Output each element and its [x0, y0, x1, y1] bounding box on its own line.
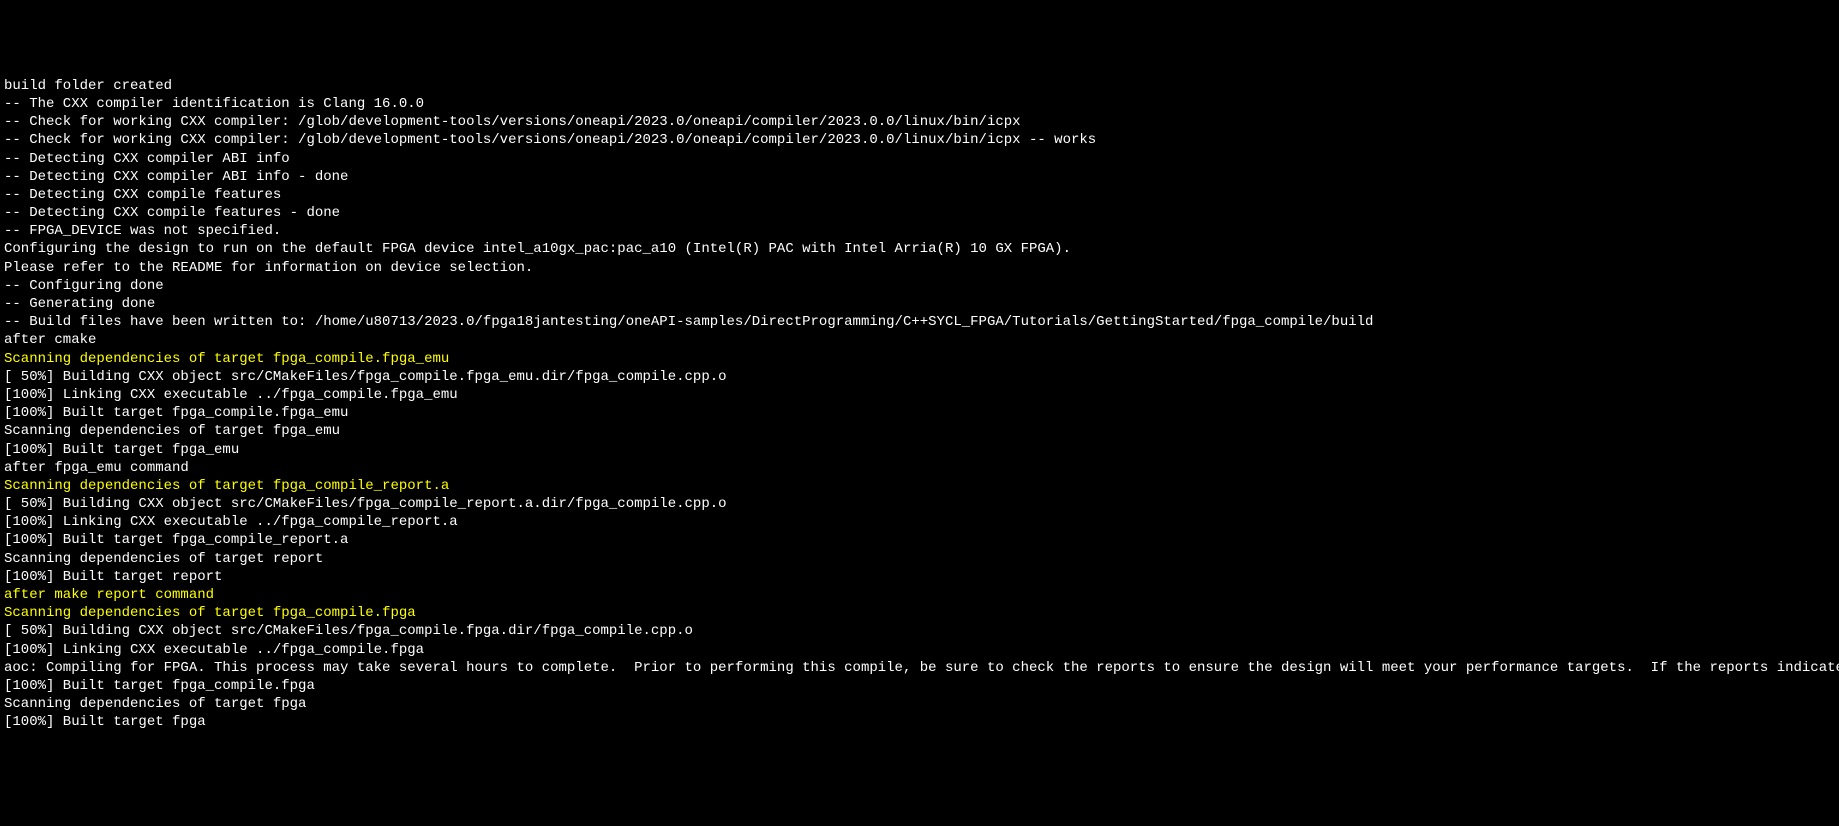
terminal-line: [ 50%] Building CXX object src/CMakeFile…: [4, 622, 1835, 640]
terminal-line: -- Detecting CXX compiler ABI info - don…: [4, 168, 1835, 186]
terminal-line: Please refer to the README for informati…: [4, 259, 1835, 277]
terminal-line: [100%] Built target fpga_compile.fpga_em…: [4, 404, 1835, 422]
terminal-line: -- Generating done: [4, 295, 1835, 313]
terminal-line: [100%] Linking CXX executable ../fpga_co…: [4, 641, 1835, 659]
terminal-line: [100%] Linking CXX executable ../fpga_co…: [4, 513, 1835, 531]
terminal-line: [100%] Built target fpga_compile.fpga: [4, 677, 1835, 695]
terminal-line: after make report command: [4, 586, 1835, 604]
terminal-line: -- Configuring done: [4, 277, 1835, 295]
terminal-line: -- FPGA_DEVICE was not specified.: [4, 222, 1835, 240]
terminal-line: after fpga_emu command: [4, 459, 1835, 477]
terminal-line: Scanning dependencies of target fpga: [4, 695, 1835, 713]
terminal-line: -- Detecting CXX compile features: [4, 186, 1835, 204]
terminal-line: -- Detecting CXX compile features - done: [4, 204, 1835, 222]
terminal-line: build folder created: [4, 77, 1835, 95]
terminal-line: aoc: Compiling for FPGA. This process ma…: [4, 659, 1835, 677]
terminal-line: [ 50%] Building CXX object src/CMakeFile…: [4, 495, 1835, 513]
terminal-line: [ 50%] Building CXX object src/CMakeFile…: [4, 368, 1835, 386]
terminal-line: Scanning dependencies of target fpga_emu: [4, 422, 1835, 440]
terminal-line: [100%] Built target fpga_compile_report.…: [4, 531, 1835, 549]
terminal-line: -- The CXX compiler identification is Cl…: [4, 95, 1835, 113]
terminal-line: [100%] Linking CXX executable ../fpga_co…: [4, 386, 1835, 404]
terminal-line: -- Build files have been written to: /ho…: [4, 313, 1835, 331]
terminal-line: Scanning dependencies of target report: [4, 550, 1835, 568]
terminal-line: [100%] Built target fpga_emu: [4, 441, 1835, 459]
terminal-line: [100%] Built target fpga: [4, 713, 1835, 731]
terminal-line: Scanning dependencies of target fpga_com…: [4, 350, 1835, 368]
terminal-line: -- Check for working CXX compiler: /glob…: [4, 113, 1835, 131]
terminal-line: -- Detecting CXX compiler ABI info: [4, 150, 1835, 168]
terminal-line: [100%] Built target report: [4, 568, 1835, 586]
terminal-line: Scanning dependencies of target fpga_com…: [4, 477, 1835, 495]
terminal-line: Configuring the design to run on the def…: [4, 240, 1835, 258]
terminal-line: -- Check for working CXX compiler: /glob…: [4, 131, 1835, 149]
terminal-line: Scanning dependencies of target fpga_com…: [4, 604, 1835, 622]
terminal-line: after cmake: [4, 331, 1835, 349]
terminal-output[interactable]: build folder created-- The CXX compiler …: [4, 77, 1835, 732]
